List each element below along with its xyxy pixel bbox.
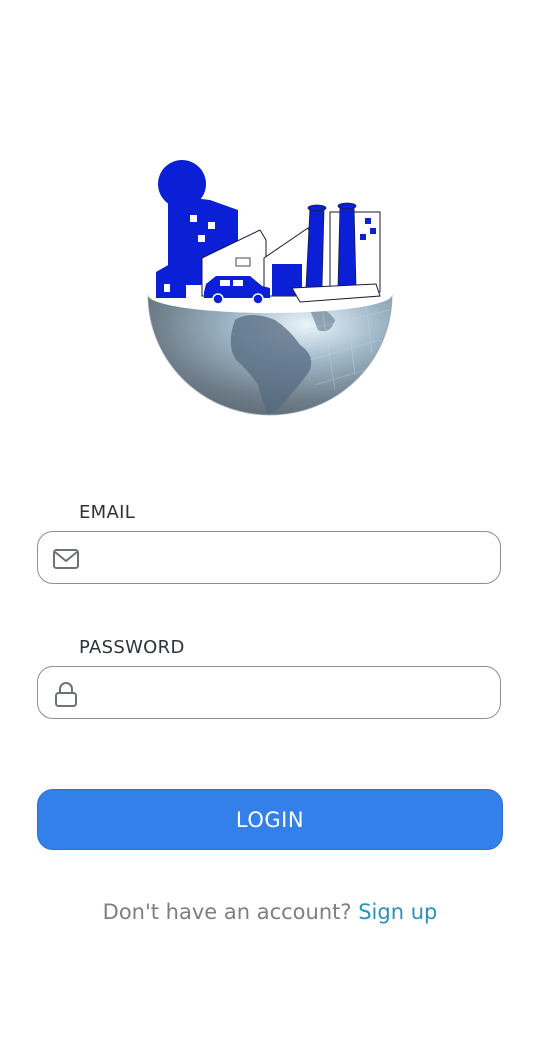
password-label: PASSWORD: [79, 637, 185, 658]
email-label: EMAIL: [79, 502, 136, 523]
signup-prompt: Don't have an account?: [102, 900, 352, 924]
password-field[interactable]: [37, 666, 501, 719]
lock-icon: [55, 682, 77, 707]
mail-icon: [53, 549, 79, 569]
email-field[interactable]: [37, 531, 501, 584]
signup-row: Don't have an account? Sign up: [0, 900, 540, 924]
city-globe-icon: [147, 160, 393, 416]
login-button[interactable]: LOGIN: [37, 789, 503, 850]
password-input[interactable]: [96, 675, 490, 713]
email-input[interactable]: [96, 540, 490, 578]
signup-link[interactable]: Sign up: [358, 900, 437, 924]
